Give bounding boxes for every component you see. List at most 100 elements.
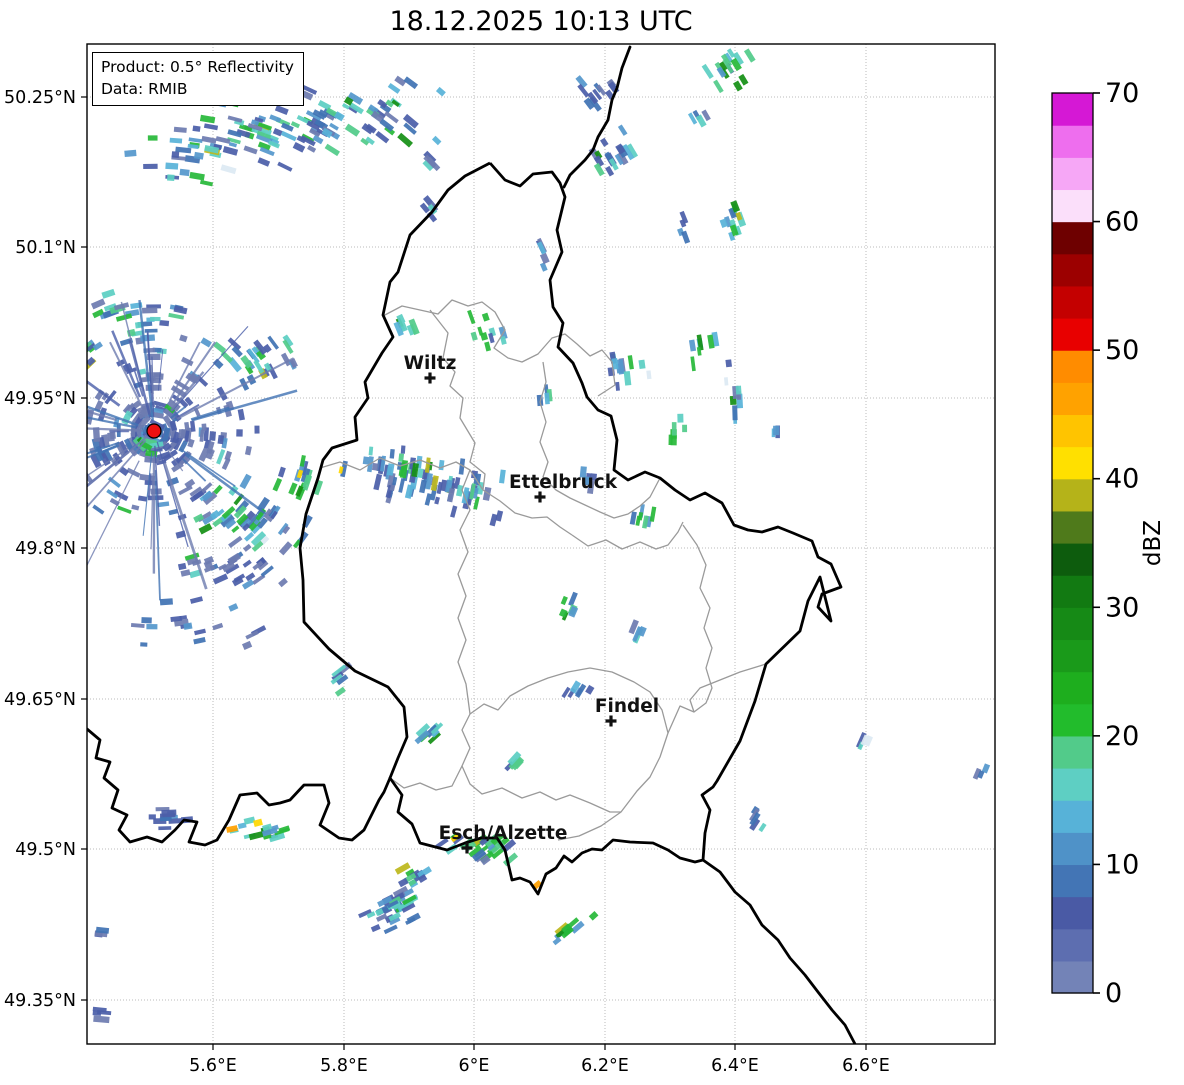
colorbar-tick-label: 50 (1105, 335, 1139, 366)
radar-echo-bin (149, 814, 156, 819)
y-tick-label: 49.65°N (4, 690, 76, 710)
radar-echo-bin (369, 447, 374, 456)
colorbar-segment (1052, 318, 1093, 351)
radar-echo-bin (145, 329, 158, 333)
colorbar-segment (1052, 897, 1093, 930)
colorbar-segment (1052, 479, 1093, 512)
x-tick-label: 6.6°E (842, 1056, 890, 1076)
colorbar-segment (1052, 639, 1093, 672)
radar-echo-bin (202, 424, 207, 431)
radar-echo-bin (124, 150, 136, 157)
radar-echo-bin (159, 320, 169, 326)
radar-echo-bin (209, 431, 216, 441)
colorbar-segment (1052, 575, 1093, 608)
radar-site-dot (147, 424, 161, 438)
city-label: Findel (595, 696, 659, 717)
map-background (87, 44, 995, 1044)
x-tick-label: 6°E (459, 1056, 490, 1076)
radar-echo-bin (179, 169, 189, 176)
colorbar-segment (1052, 414, 1093, 447)
colorbar-tick-label: 30 (1105, 592, 1139, 623)
radar-echo-bin (236, 429, 243, 436)
radar-echo-bin (363, 456, 370, 464)
colorbar-segment (1052, 254, 1093, 287)
figure-title: 18.12.2025 10:13 UTC (87, 6, 995, 37)
radar-echo-bin (161, 809, 176, 816)
colorbar-segment (1052, 350, 1093, 383)
colorbar-segment (1052, 929, 1093, 962)
colorbar-tick-label: 70 (1105, 78, 1139, 109)
colorbar-segment (1052, 286, 1093, 319)
colorbar-unit-label: dBZ (1140, 520, 1166, 566)
radar-echo-bin (150, 317, 160, 321)
radar-echo-bin (677, 414, 683, 423)
radar-echo-bin (725, 359, 732, 367)
radar-echo-bin (732, 405, 737, 420)
radar-figure: 18.12.2025 10:13 UTC Product: 0.5° Refle… (0, 0, 1184, 1081)
x-tick-label: 5.6°E (189, 1056, 237, 1076)
colorbar-group: 0 10 20 30 40 50 60 70 dBZ (1052, 78, 1166, 1009)
radar-echo-bin (638, 360, 645, 369)
colorbar-segment (1052, 736, 1093, 769)
city-label: Esch/Alzette (439, 823, 568, 844)
radar-echo-bin (192, 126, 200, 132)
radar-echo-bin (218, 435, 225, 444)
radar-echo-bin (140, 642, 147, 647)
colorbar-segment (1052, 607, 1093, 640)
city-label: Ettelbruck (509, 472, 618, 493)
radar-echo-bin (172, 151, 180, 158)
radar-echo-bin (390, 449, 395, 459)
radar-echo-bin (724, 377, 728, 385)
y-tick-label: 49.35°N (4, 991, 76, 1011)
radar-echo-bin (401, 445, 406, 453)
colorbar-segment (1052, 768, 1093, 801)
radar-echo-bin (160, 817, 172, 821)
colorbar-segment (1052, 832, 1093, 865)
colorbar-segment (1052, 157, 1093, 190)
radar-echo-bin (160, 598, 173, 605)
city-label: Wiltz (404, 353, 457, 374)
radar-echo-bin (372, 463, 379, 471)
colorbar-segment (1052, 93, 1093, 126)
colorbar-tick-label: 20 (1105, 721, 1139, 752)
map-plot: Wiltz Ettelbruck Findel Esch/Alzette 5.6°E 5.… (0, 0, 1184, 1081)
product-info-line2: Data: RMIB (101, 78, 294, 100)
radar-echo-bin (148, 135, 158, 140)
radar-echo-bin (158, 826, 171, 830)
colorbar-tick-label: 0 (1105, 978, 1122, 1009)
radar-echo-bin (165, 163, 178, 170)
y-tick-label: 49.5°N (15, 840, 76, 860)
radar-echo-bin (146, 624, 157, 629)
colorbar-segment (1052, 447, 1093, 480)
product-info-line1: Product: 0.5° Reflectivity (101, 56, 294, 78)
x-tick-label: 6.2°E (581, 1056, 629, 1076)
radar-echo-bin (672, 422, 677, 435)
colorbar-segment (1052, 511, 1093, 544)
colorbar-segment (1052, 800, 1093, 833)
product-info-box: Product: 0.5° Reflectivity Data: RMIB (92, 52, 304, 106)
radar-echo-bin (178, 429, 185, 438)
colorbar-tick-label: 60 (1105, 207, 1139, 238)
radar-echo-bin (736, 386, 742, 395)
colorbar-segment (1052, 222, 1093, 255)
colorbar-tick-label: 40 (1105, 464, 1139, 495)
x-tick-label: 5.8°E (320, 1056, 368, 1076)
colorbar-segment (1052, 189, 1093, 222)
radar-echo-bin (143, 164, 158, 169)
colorbar-segment (1052, 672, 1093, 705)
radar-echo-bin (773, 426, 779, 435)
colorbar-segment (1052, 543, 1093, 576)
colorbar-tick-label: 10 (1105, 849, 1139, 880)
y-tick-label: 49.95°N (4, 389, 76, 409)
radar-echo-bin (141, 617, 151, 623)
colorbar-segment (1052, 125, 1093, 158)
radar-echo-bin (142, 307, 157, 313)
radar-echo-bin (544, 393, 549, 405)
colorbar-segment (1052, 382, 1093, 415)
radar-echo-bin (615, 382, 620, 391)
colorbar-segment (1052, 704, 1093, 737)
radar-echo-bin (682, 425, 687, 432)
colorbar-segment (1052, 864, 1093, 897)
colorbar-segment (1052, 961, 1093, 994)
radar-echo-bin (170, 138, 183, 144)
